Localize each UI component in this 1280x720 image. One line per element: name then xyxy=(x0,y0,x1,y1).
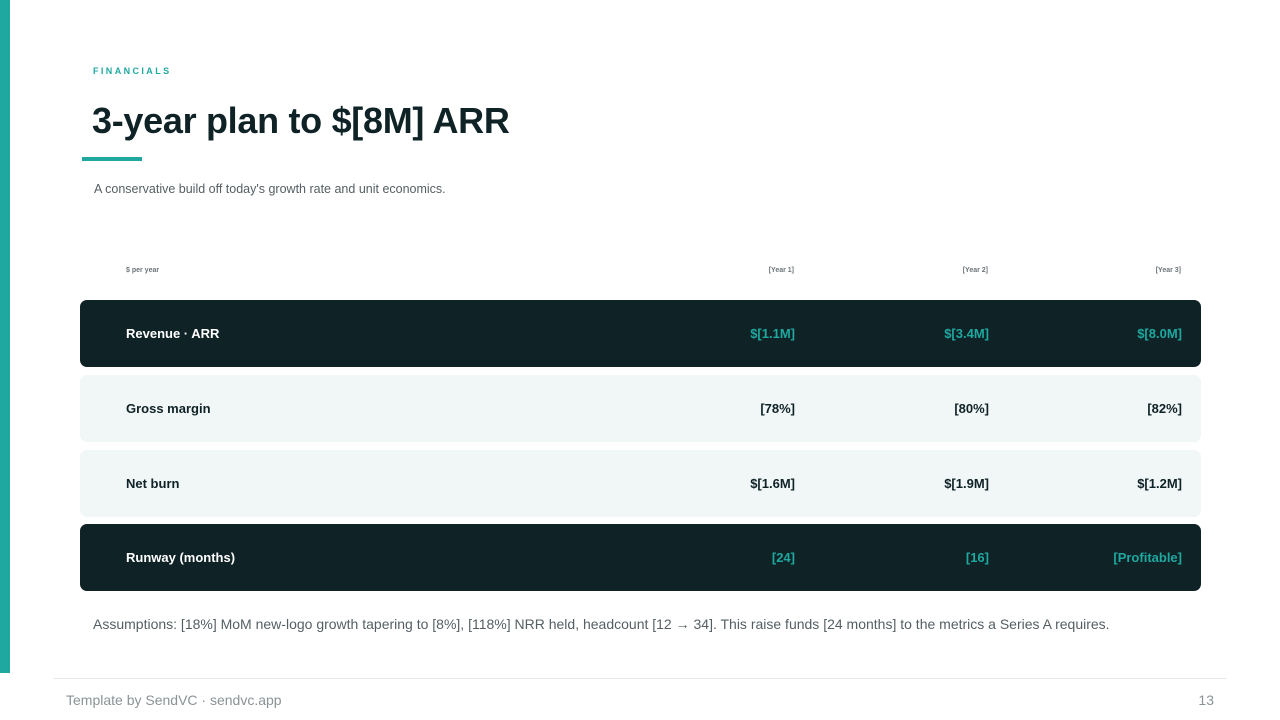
table-row-net-burn: Net burn $[1.6M] $[1.9M] $[1.2M] xyxy=(80,450,1201,517)
title-underline xyxy=(82,157,142,161)
row-value-year-1: [78%] xyxy=(760,401,795,416)
section-eyebrow: FINANCIALS xyxy=(93,66,172,76)
row-value-year-2: $[1.9M] xyxy=(944,476,989,491)
left-accent-bar xyxy=(0,0,10,673)
row-value-year-3: [82%] xyxy=(1147,401,1182,416)
row-value-year-1: $[1.1M] xyxy=(750,326,795,341)
row-label: Net burn xyxy=(126,476,180,491)
row-label: Gross margin xyxy=(126,401,211,416)
table-row-runway: Runway (months) [24] [16] [Profitable] xyxy=(80,524,1201,591)
slide-subtitle: A conservative build off today's growth … xyxy=(94,182,446,196)
page-number: 13 xyxy=(1198,692,1214,708)
column-header-year-2: [Year 2] xyxy=(962,267,988,274)
table-row-revenue-arr: Revenue · ARR $[1.1M] $[3.4M] $[8.0M] xyxy=(80,300,1201,367)
row-label: Revenue · ARR xyxy=(126,326,220,341)
row-value-year-3: $[8.0M] xyxy=(1137,326,1182,341)
footer-credit: Template by SendVC · sendvc.app xyxy=(66,692,282,708)
row-value-year-3: $[1.2M] xyxy=(1137,476,1182,491)
table-row-gross-margin: Gross margin [78%] [80%] [82%] xyxy=(80,375,1201,442)
column-header-year-3: [Year 3] xyxy=(1155,267,1181,274)
row-label: Runway (months) xyxy=(126,550,236,565)
assumptions-note: Assumptions: [18%] MoM new-logo growth t… xyxy=(93,616,1110,632)
row-value-year-1: $[1.6M] xyxy=(750,476,795,491)
row-value-year-2: [16] xyxy=(965,550,989,565)
row-value-year-3: [Profitable] xyxy=(1113,550,1182,565)
slide-title: 3-year plan to $[8M] ARR xyxy=(92,100,510,141)
row-value-year-2: [80%] xyxy=(954,401,989,416)
column-header-year-1: [Year 1] xyxy=(768,267,794,274)
row-value-year-1: [24] xyxy=(771,550,795,565)
column-header-label: $ per year xyxy=(126,267,160,274)
row-value-year-2: $[3.4M] xyxy=(944,326,989,341)
footer-divider xyxy=(54,678,1226,679)
